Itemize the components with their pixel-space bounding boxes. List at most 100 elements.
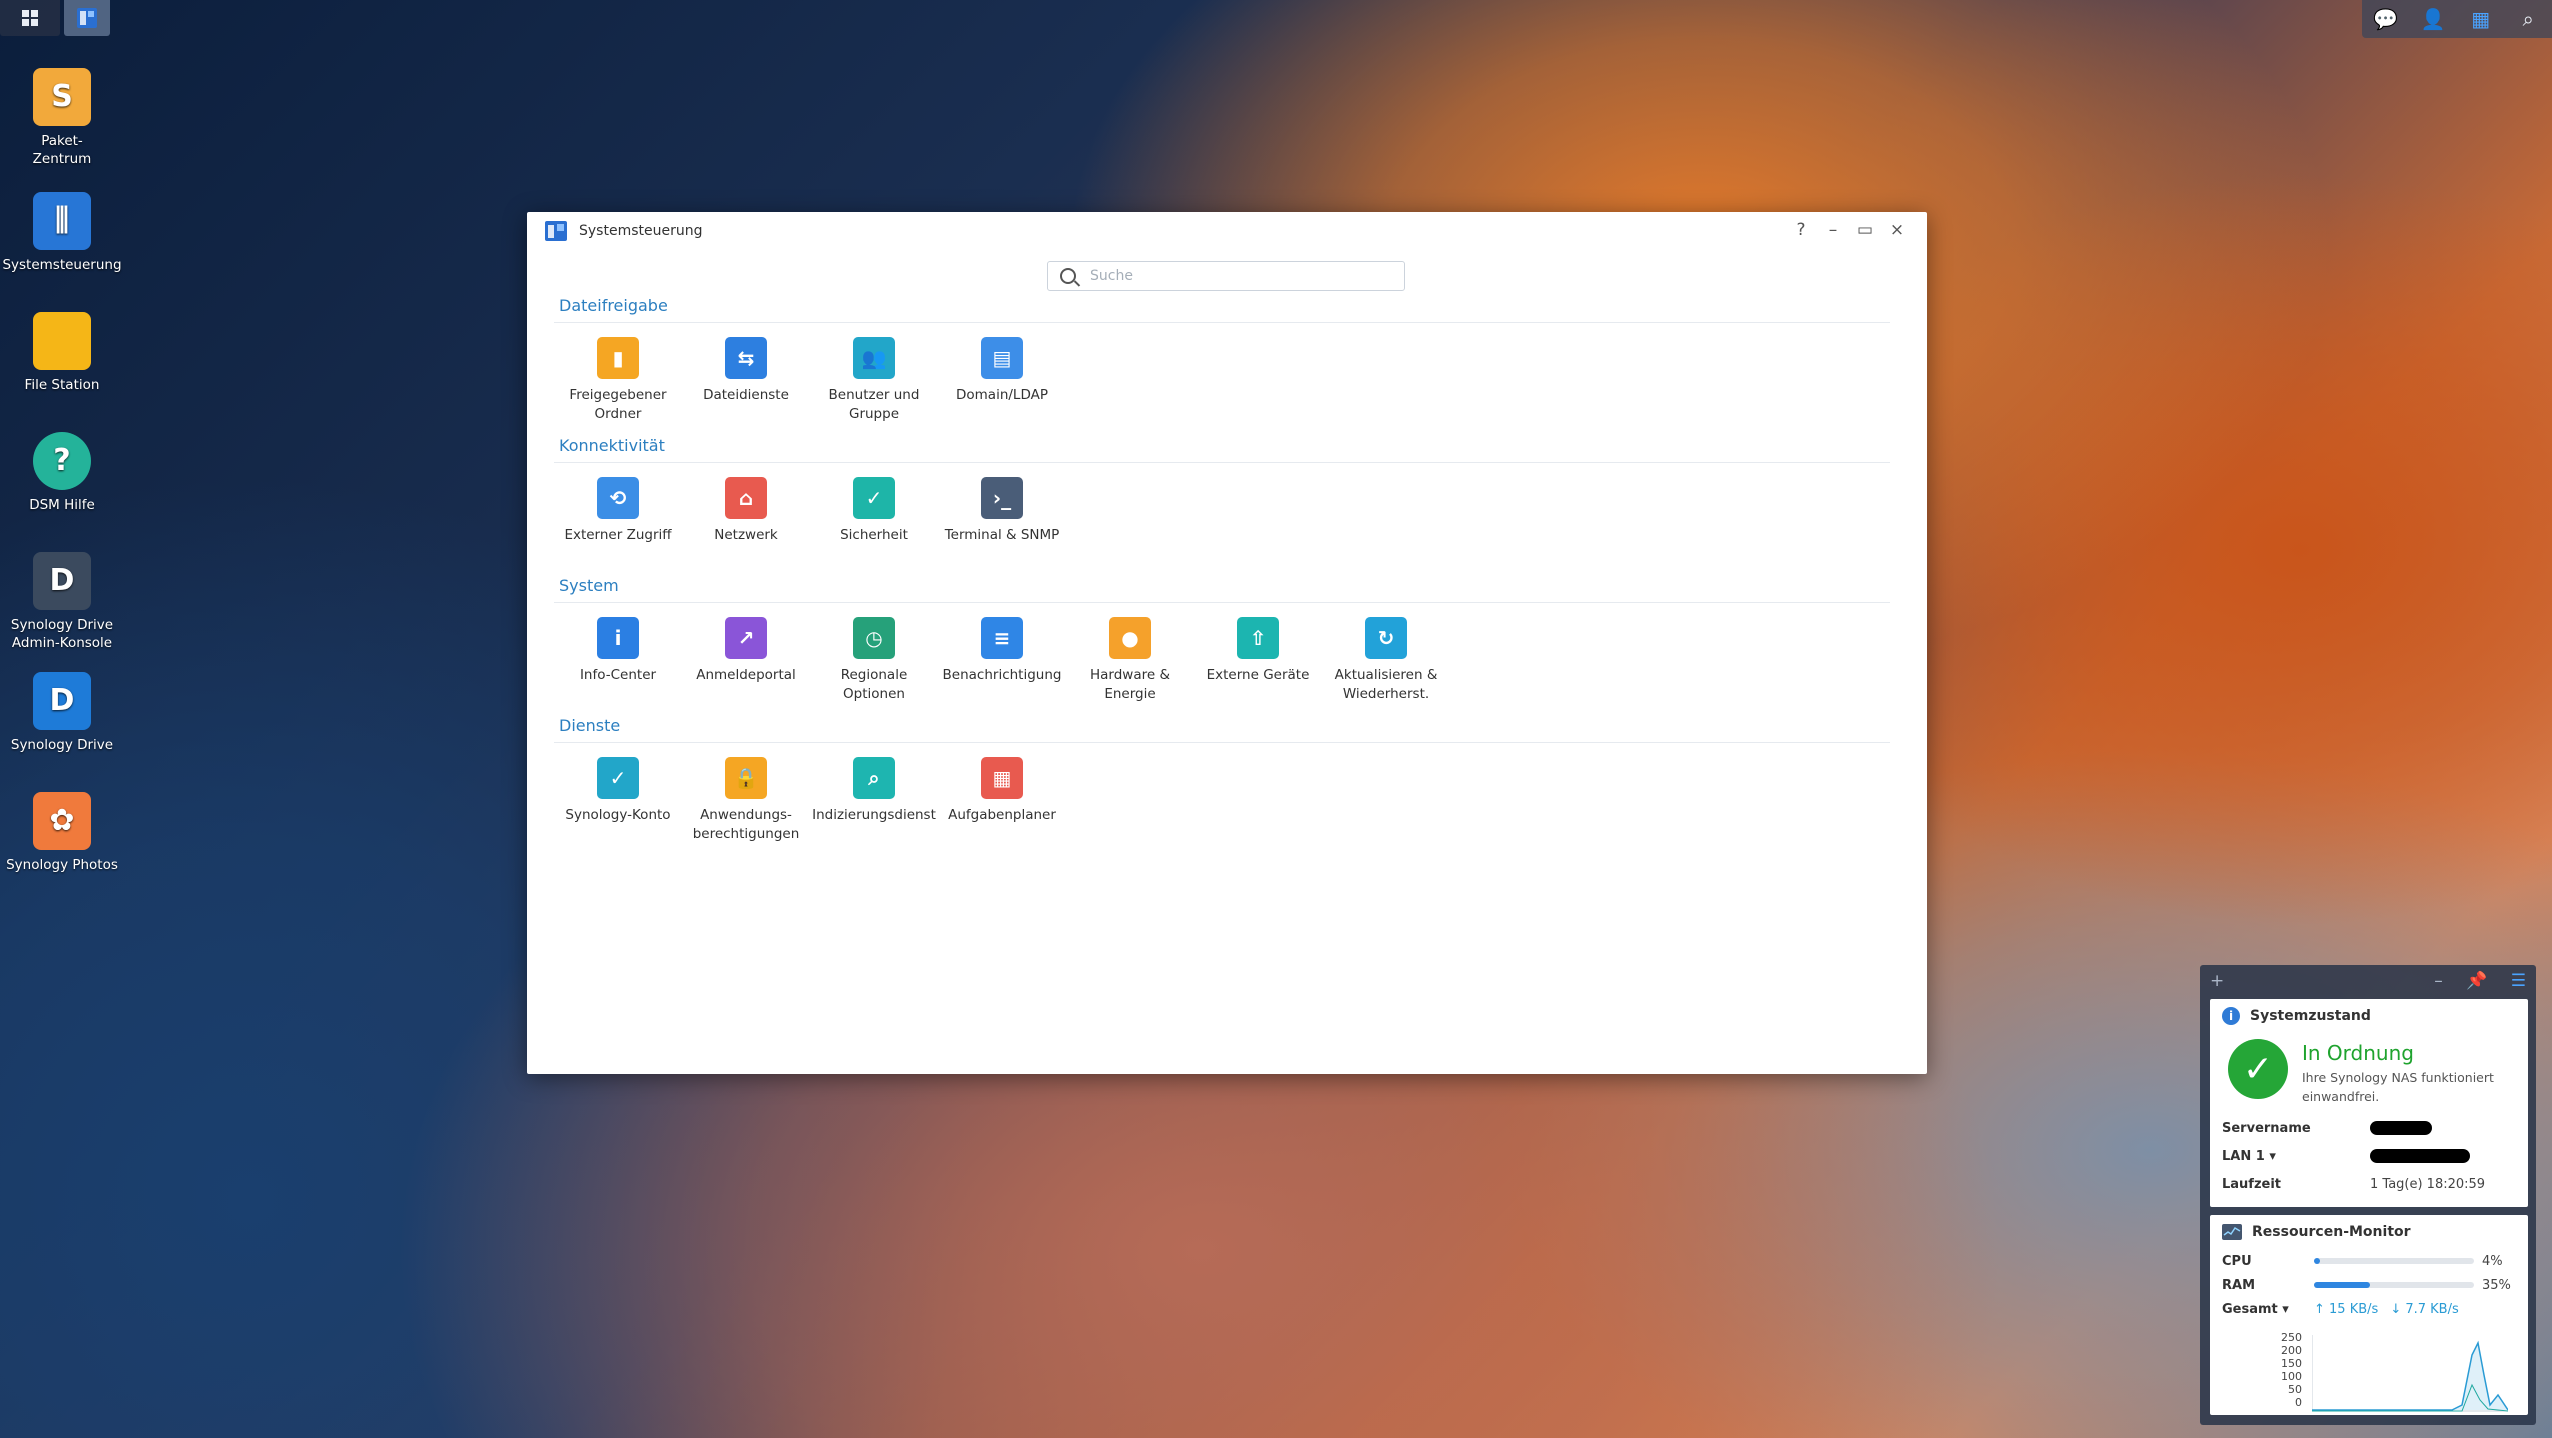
maximize-button[interactable]: ▭ xyxy=(1849,220,1881,240)
taskbar-tray: 💬 👤 ▦ ⌕ xyxy=(2362,0,2552,38)
close-button[interactable]: × xyxy=(1881,220,1913,240)
control-panel-item[interactable]: ≡ Benachrichtigung xyxy=(938,617,1066,704)
search-icon xyxy=(1060,268,1076,284)
monitor-icon xyxy=(2222,1224,2242,1240)
control-panel-item-label: Aktualisieren & Wiederherst. xyxy=(1334,667,1438,702)
section-title: Konnektivität xyxy=(554,436,1890,463)
search-icon[interactable]: ⌕ xyxy=(2513,7,2543,31)
control-panel-item-label: Terminal & SNMP xyxy=(944,527,1060,543)
control-panel-item[interactable]: ▤ Domain/LDAP xyxy=(938,337,1066,424)
control-panel-item[interactable]: ⟲ Externer Zugriff xyxy=(554,477,682,545)
control-panel-task-icon xyxy=(77,8,97,28)
control-panel-item[interactable]: ⇧ Externe Geräte xyxy=(1194,617,1322,704)
control-panel-item[interactable]: ⌂ Netzwerk xyxy=(682,477,810,545)
control-panel-item[interactable]: ↻ Aktualisieren & Wiederherst. xyxy=(1322,617,1450,704)
control-panel-item-label: Synology-Konto xyxy=(565,807,671,823)
control-panel-item-label: Benutzer und Gruppe xyxy=(828,387,920,422)
minimize-button[interactable]: – xyxy=(1817,220,1849,240)
desktop-icon-drive-admin[interactable]: D Synology Drive Admin-Konsole xyxy=(0,552,124,652)
desktop-icon-control-panel[interactable]: ⫼ Systemsteuerung xyxy=(0,192,124,274)
file-services-icon: ⇆ xyxy=(725,337,767,379)
main-menu-button[interactable] xyxy=(0,0,60,36)
taskbar-left xyxy=(0,0,114,36)
y-tick-label: 250 xyxy=(2281,1331,2302,1344)
desktop-icon-label: Systemsteuerung xyxy=(2,257,122,273)
drive-icon: D xyxy=(33,672,91,730)
window-titlebar[interactable]: Systemsteuerung ? – ▭ × xyxy=(527,212,1927,250)
health-description: Ihre Synology NAS funktioniert einwandfr… xyxy=(2302,1070,2494,1104)
photos-icon: ✿ xyxy=(33,792,91,850)
chat-notification-icon[interactable]: 💬 xyxy=(2371,7,2401,31)
control-panel-item-label: Externe Geräte xyxy=(1206,667,1310,683)
control-panel-item[interactable]: ▦ Aufgabenplaner xyxy=(938,757,1066,844)
update-icon: ↻ xyxy=(1365,617,1407,659)
help-button[interactable]: ? xyxy=(1785,220,1817,240)
desktop-icon-dsm-help[interactable]: ? DSM Hilfe xyxy=(0,432,124,514)
widgets-icon[interactable]: ▦ xyxy=(2466,7,2496,31)
servername-label: Servername xyxy=(2222,1120,2311,1136)
shared-folder-icon: ▮ xyxy=(597,337,639,379)
control-panel-item-label: Benachrichtigung xyxy=(942,667,1062,683)
pin-widget-icon[interactable]: 📌 xyxy=(2466,971,2487,991)
network-row: Gesamt ▾ ↑ 15 KB/s ↓ 7.7 KB/s xyxy=(2210,1297,2528,1321)
network-graph: 250 200 150 100 50 0 xyxy=(2210,1331,2528,1421)
control-panel-task-button[interactable] xyxy=(64,0,110,36)
control-panel-item[interactable]: ✓ Synology-Konto xyxy=(554,757,682,844)
control-panel-item[interactable]: 👥 Benutzer und Gruppe xyxy=(810,337,938,424)
control-panel-item[interactable]: ↗ Anmeldeportal xyxy=(682,617,810,704)
external-devices-icon: ⇧ xyxy=(1237,617,1279,659)
control-panel-item[interactable]: ▮ Freigegebener Ordner xyxy=(554,337,682,424)
add-widget-icon[interactable]: + xyxy=(2210,971,2224,991)
control-panel-item[interactable]: ⌕ Indizierungsdienst xyxy=(810,757,938,844)
health-status: In Ordnung xyxy=(2302,1041,2414,1065)
search-box[interactable] xyxy=(1047,261,1405,291)
section-system: System i Info-Center ↗ Anmeldeportal ◷ Regiona… xyxy=(554,576,1890,704)
control-panel-item-label: Anwendungs- berechtigungen xyxy=(692,807,800,842)
apps-grid-icon xyxy=(22,10,38,26)
terminal-icon: ›_ xyxy=(981,477,1023,519)
minimize-widget-icon[interactable]: – xyxy=(2434,971,2443,991)
search-input[interactable] xyxy=(1088,267,1382,285)
network-label[interactable]: Gesamt ▾ xyxy=(2222,1302,2314,1317)
domain-icon: ▤ xyxy=(981,337,1023,379)
section-title: System xyxy=(554,576,1890,603)
desktop-icon-label: DSM Hilfe xyxy=(29,497,95,513)
ram-percent: 35% xyxy=(2482,1277,2511,1293)
cpu-label: CPU xyxy=(2222,1253,2252,1269)
login-portal-icon: ↗ xyxy=(725,617,767,659)
section-title: Dateifreigabe xyxy=(554,296,1890,323)
desktop-icon-label: File Station xyxy=(24,377,100,393)
desktop-icon-synology-drive[interactable]: D Synology Drive xyxy=(0,672,124,754)
control-panel-item-label: Regionale Optionen xyxy=(840,667,908,702)
redacted-servername xyxy=(2370,1121,2432,1135)
widget-settings-icon[interactable]: ☰ xyxy=(2511,971,2526,991)
section-konnektivität: Konnektivität ⟲ Externer Zugriff ⌂ Netzwerk ✓… xyxy=(554,436,1890,545)
control-panel-item-label: Hardware & Energie xyxy=(1090,667,1170,702)
desktop-icon-synology-photos[interactable]: ✿ Synology Photos xyxy=(0,792,124,874)
hardware-icon: ● xyxy=(1109,617,1151,659)
control-panel-item[interactable]: ◷ Regionale Optionen xyxy=(810,617,938,704)
desktop-icon-label: Synology Photos xyxy=(6,857,118,873)
desktop-icon-label: Synology Drive xyxy=(10,737,114,753)
network-graph-plot xyxy=(2312,1335,2508,1412)
control-panel-item[interactable]: ⇆ Dateidienste xyxy=(682,337,810,424)
lan-label[interactable]: LAN 1 ▾ xyxy=(2222,1149,2370,1164)
control-panel-item[interactable]: ›_ Terminal & SNMP xyxy=(938,477,1066,545)
info-icon: i xyxy=(2222,1007,2240,1025)
control-panel-item[interactable]: i Info-Center xyxy=(554,617,682,704)
control-panel-item[interactable]: ✓ Sicherheit xyxy=(810,477,938,545)
desktop-icon-package-center[interactable]: S Paket- Zentrum xyxy=(0,68,124,168)
control-panel-item-label: Anmeldeportal xyxy=(696,667,796,683)
control-panel-app-icon xyxy=(545,221,567,241)
external-access-icon: ⟲ xyxy=(597,477,639,519)
sliders-icon: ⫼ xyxy=(33,192,91,250)
download-rate: ↓ 7.7 KB/s xyxy=(2390,1301,2459,1317)
user-icon[interactable]: 👤 xyxy=(2418,7,2448,31)
upload-rate: ↑ 15 KB/s xyxy=(2314,1301,2379,1317)
servername-row: Servername xyxy=(2210,1114,2528,1142)
control-panel-item[interactable]: 🔒 Anwendungs- berechtigungen xyxy=(682,757,810,844)
desktop-icon-file-station[interactable]: File Station xyxy=(0,312,124,394)
control-panel-item[interactable]: ● Hardware & Energie xyxy=(1066,617,1194,704)
redacted-ip xyxy=(2370,1149,2470,1163)
check-icon: ✓ xyxy=(2228,1039,2288,1099)
